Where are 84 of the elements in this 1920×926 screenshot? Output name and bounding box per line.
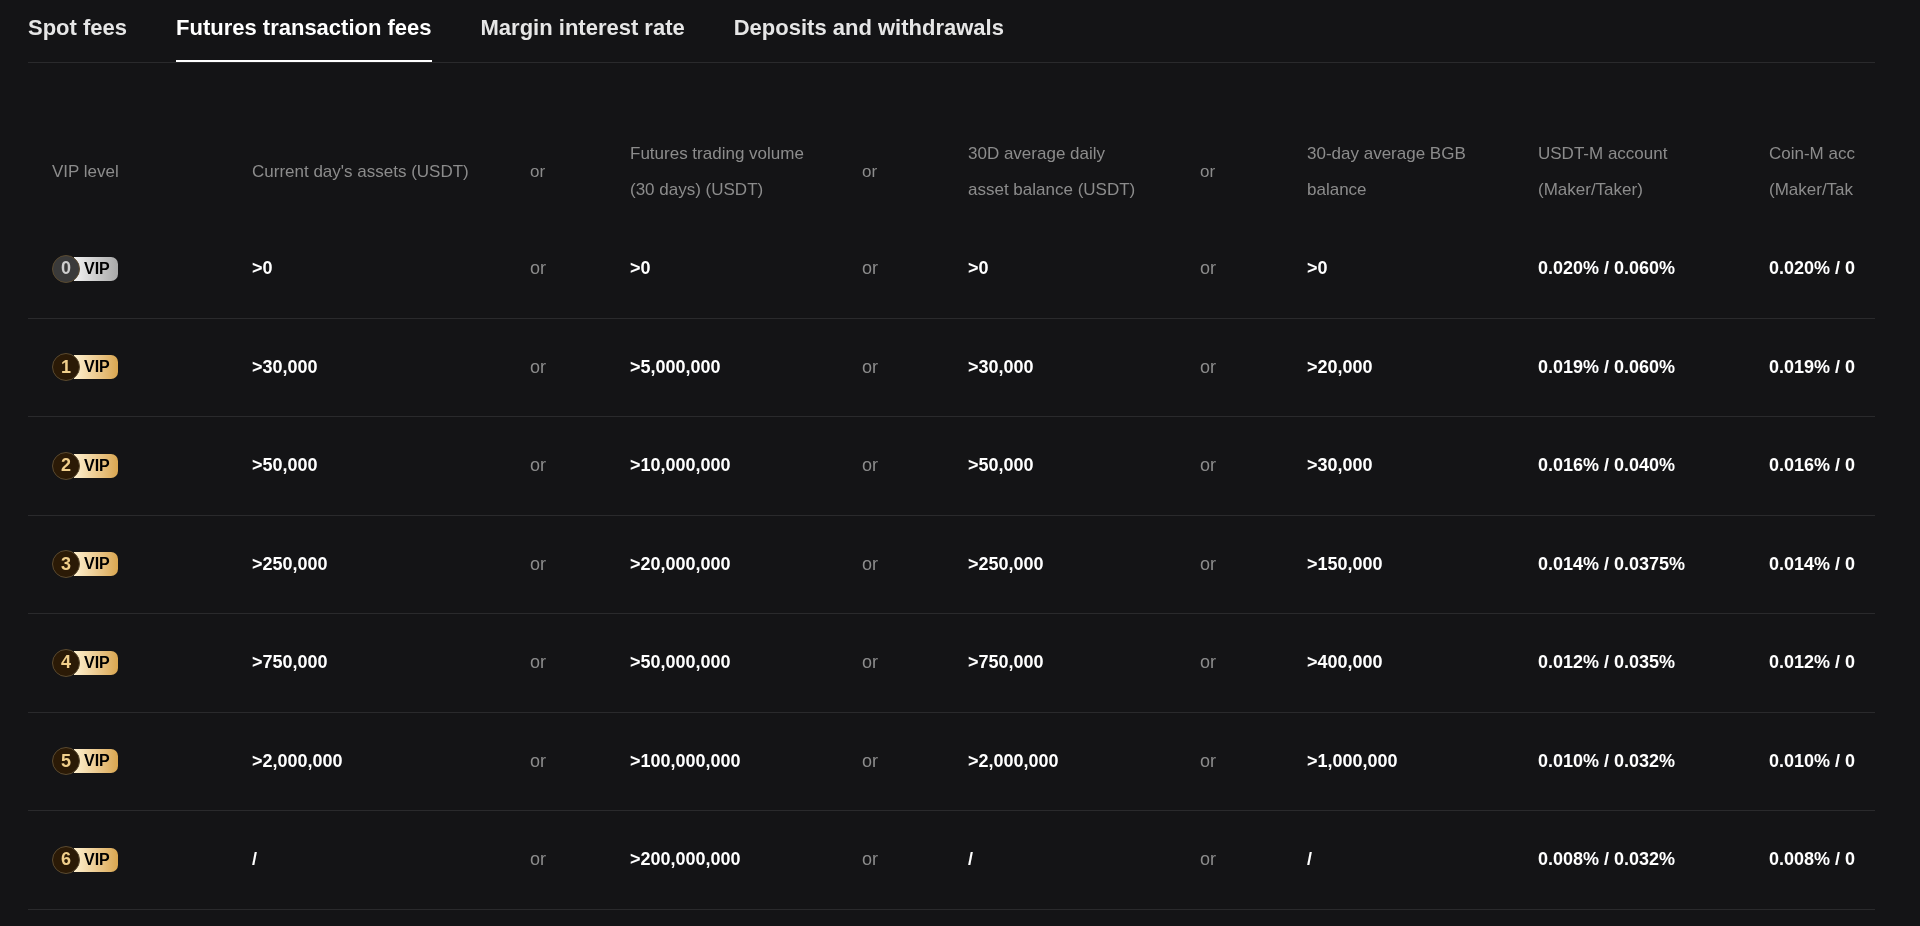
or-label: or (1200, 750, 1216, 771)
table-cell: 0.014% / 0 (1769, 553, 1856, 574)
vip-level-number: 2 (52, 451, 80, 480)
table-cell: >100,000,000 (630, 750, 741, 771)
tab[interactable]: Deposits and withdrawals (733, 11, 1004, 62)
table-cell: / (968, 849, 973, 870)
or-label: or (862, 553, 878, 574)
table-cell: 0.010% / 0.032% (1538, 750, 1676, 771)
table-cell: >20,000 (1307, 356, 1373, 377)
table-cell: 0.012% / 0.035% (1538, 652, 1676, 673)
or-label: or (1200, 258, 1216, 279)
table-cell: 0.008% / 0.032% (1538, 849, 1676, 870)
table-cell: >2,000,000 (252, 750, 343, 771)
tab[interactable]: Margin interest rate (480, 11, 685, 62)
vip-level-number: 5 (52, 747, 80, 776)
table-cell: >50,000 (252, 455, 318, 476)
table-cell: >750,000 (252, 652, 328, 673)
table-cell: >10,000,000 (630, 455, 731, 476)
or-label: or (1200, 455, 1216, 476)
or-label: or (530, 553, 546, 574)
or-label: or (530, 750, 546, 771)
tab[interactable]: Futures transaction fees (176, 11, 432, 62)
table-cell: >30,000 (1307, 455, 1373, 476)
table-cell: 0.012% / 0 (1769, 652, 1856, 673)
or-label: or (862, 160, 878, 183)
or-label: or (862, 356, 878, 377)
table-cell: >1,000,000 (1307, 750, 1398, 771)
column-header: VIP level (52, 160, 119, 183)
table-cell: 0.020% / 0 (1769, 258, 1856, 279)
column-header: 30D average daily asset balance (USDT) (968, 142, 1137, 201)
table-cell: >250,000 (968, 553, 1044, 574)
or-label: or (1200, 553, 1216, 574)
table-cell: >750,000 (968, 652, 1044, 673)
table-cell: >30,000 (968, 356, 1034, 377)
table-cell: >5,000,000 (630, 356, 721, 377)
vip-level-number: 4 (52, 648, 80, 677)
column-header: 30-day average BGB balance (1307, 142, 1467, 201)
vip-level-number: 1 (52, 353, 80, 382)
or-label: or (1200, 849, 1216, 870)
or-label: or (1200, 356, 1216, 377)
or-label: or (530, 160, 546, 183)
column-header: Current day's assets (USDT) (252, 160, 469, 183)
column-header: Coin-M acc (Maker/Tak (1769, 142, 1856, 201)
table-cell: 0.016% / 0 (1769, 455, 1856, 476)
vip-level-number: 6 (52, 845, 80, 874)
table-cell: 0.014% / 0.0375% (1538, 553, 1686, 574)
or-label: or (862, 652, 878, 673)
or-label: or (530, 652, 546, 673)
or-label: or (1200, 160, 1216, 183)
table-cell: 0.016% / 0.040% (1538, 455, 1676, 476)
tab[interactable]: Spot fees (28, 11, 128, 62)
or-label: or (862, 750, 878, 771)
or-label: or (530, 849, 546, 870)
or-label: or (530, 455, 546, 476)
column-header: USDT-M account (Maker/Taker) (1538, 142, 1669, 201)
vip-level-number: 0 (52, 254, 80, 283)
table-cell: >30,000 (252, 356, 318, 377)
table-cell: >150,000 (1307, 553, 1383, 574)
or-label: or (862, 258, 878, 279)
table-cell: / (1307, 849, 1312, 870)
or-label: or (862, 455, 878, 476)
or-label: or (1200, 652, 1216, 673)
vip-level-number: 3 (52, 550, 80, 579)
table-cell: 0.008% / 0 (1769, 849, 1856, 870)
table-cell: 0.019% / 0.060% (1538, 356, 1676, 377)
table-cell: >0 (252, 258, 273, 279)
table-cell: >400,000 (1307, 652, 1383, 673)
table-cell: >0 (630, 258, 651, 279)
or-label: or (862, 849, 878, 870)
table-cell: 0.010% / 0 (1769, 750, 1856, 771)
table-cell: >0 (1307, 258, 1328, 279)
table-cell: / (252, 849, 257, 870)
table-cell: >200,000,000 (630, 849, 741, 870)
or-label: or (530, 258, 546, 279)
table-cell: 0.020% / 0.060% (1538, 258, 1676, 279)
table-cell: >2,000,000 (968, 750, 1059, 771)
table-cell: >50,000,000 (630, 652, 731, 673)
table-cell: >50,000 (968, 455, 1034, 476)
table-cell: >250,000 (252, 553, 328, 574)
or-label: or (530, 356, 546, 377)
column-header: Futures trading volume (30 days) (USDT) (630, 142, 805, 201)
table-cell: 0.019% / 0 (1769, 356, 1856, 377)
table-cell: >0 (968, 258, 989, 279)
table-cell: >20,000,000 (630, 553, 731, 574)
